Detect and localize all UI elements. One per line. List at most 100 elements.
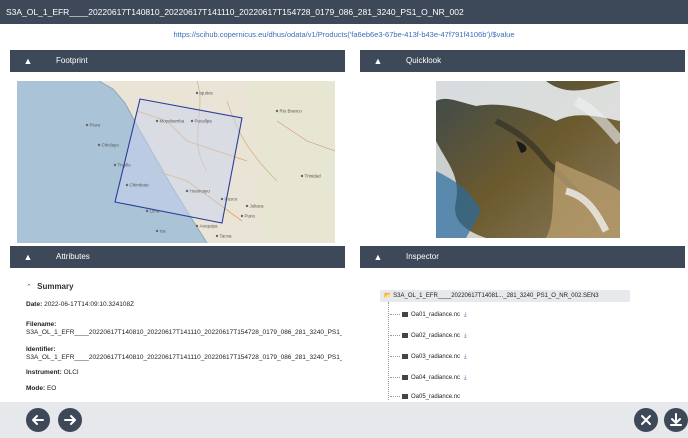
map-place-marker (155, 119, 159, 123)
map-place-marker (113, 163, 117, 167)
summary-section-toggle[interactable]: ⌃ Summary (26, 282, 74, 291)
date-row: Date: 2022-06-17T14:09:10.324108Z (26, 300, 342, 309)
chevron-up-icon[interactable]: ▲ (372, 246, 384, 268)
file-icon (402, 353, 408, 359)
mode-label: Mode: (26, 385, 46, 392)
date-label: Date: (26, 301, 43, 308)
chevron-up-icon: ⌃ (26, 284, 32, 291)
arrow-left-icon (32, 415, 44, 425)
map-place-label: Ica (160, 229, 167, 234)
map-place-label: Juliaca (250, 204, 265, 209)
summary-label: Summary (37, 282, 74, 291)
map-place-label: Arequipa (200, 224, 219, 229)
tree-item-label: Oa01_radiance.nc (411, 312, 461, 318)
map-place-label: Trujillo (118, 163, 132, 168)
map-place-label: Tacna (220, 234, 233, 239)
quicklook-panel-title: Quicklook (406, 56, 442, 65)
map-place-marker (185, 189, 189, 193)
footprint-panel-title: Footprint (56, 56, 88, 65)
tree-root-label: S3A_OL_1_EFR____20220617T14081..._281_32… (393, 293, 599, 299)
tree-item[interactable]: Oa05_radiance.nc (390, 392, 461, 400)
mode-row: Mode: EO (26, 384, 342, 393)
file-icon (402, 374, 408, 380)
identifier-value: S3A_OL_1_EFR____20220617T140810_20220617… (26, 354, 342, 361)
map-place-label: Huancayo (190, 189, 211, 194)
inspector-tree: 📂 S3A_OL_1_EFR____20220617T14081..._281_… (360, 270, 685, 400)
attributes-panel-header[interactable]: ▲ Attributes (10, 246, 345, 268)
file-icon (402, 311, 408, 317)
map-place-label: Rio Branco (280, 109, 303, 114)
map-place-marker (145, 209, 149, 213)
map-place-marker (97, 143, 101, 147)
filename-value: S3A_OL_1_EFR____20220617T140810_20220617… (26, 329, 342, 336)
tree-item-label: Oa05_radiance.nc (411, 394, 461, 400)
map-place-marker (240, 214, 244, 218)
instrument-label: Instrument: (26, 369, 62, 376)
footer-bar (0, 402, 688, 438)
tree-item-label: Oa02_radiance.nc (411, 333, 461, 339)
product-url-bar: https://scihub.copernicus.eu/dhus/odata/… (0, 24, 688, 46)
map-place-label: Lima (150, 209, 160, 214)
folder-icon: 📂 (384, 293, 392, 299)
map-place-label: Puno (245, 214, 256, 219)
file-icon (402, 393, 408, 399)
map-place-marker (245, 204, 249, 208)
map-place-label: Cusco (225, 197, 238, 202)
tree-item[interactable]: Oa04_radiance.nc ⤓ (390, 373, 467, 383)
tree-item-label: Oa03_radiance.nc (411, 354, 461, 360)
instrument-row: Instrument: OLCI (26, 368, 342, 377)
map-place-marker (275, 109, 279, 113)
tree-item[interactable]: Oa03_radiance.nc ⤓ (390, 352, 467, 362)
download-button[interactable] (664, 408, 688, 432)
download-icon[interactable]: ⤓ (464, 375, 467, 381)
map-place-marker (125, 183, 129, 187)
close-button[interactable] (634, 408, 658, 432)
date-value: 2022-06-17T14:09:10.324108Z (44, 301, 135, 308)
close-icon (641, 415, 651, 425)
instrument-value: OLCI (63, 369, 79, 376)
quicklook-panel-header[interactable]: ▲ Quicklook (360, 50, 685, 72)
tree-item[interactable]: Oa02_radiance.nc ⤓ (390, 331, 467, 341)
tree-connector (388, 302, 389, 400)
window-title: S3A_OL_1_EFR____20220617T140810_20220617… (0, 0, 688, 24)
download-icon[interactable]: ⤓ (464, 354, 467, 360)
attributes-panel: ⌃ Summary Date: 2022-06-17T14:09:10.3241… (10, 270, 345, 400)
chevron-up-icon[interactable]: ▲ (372, 50, 384, 72)
footprint-map-canvas: Piura Chiclayo Trujillo Chimbote Lima Huancay… (17, 81, 335, 243)
map-place-marker (85, 123, 89, 127)
attributes-panel-title: Attributes (56, 252, 90, 261)
chevron-up-icon[interactable]: ▲ (22, 246, 34, 268)
previous-button[interactable] (26, 408, 50, 432)
map-place-marker (220, 197, 224, 201)
footprint-map[interactable]: Piura Chiclayo Trujillo Chimbote Lima Huancay… (17, 81, 335, 243)
download-icon (670, 413, 682, 426)
map-place-label: Pucallpa (195, 119, 213, 124)
map-place-label: Trinidad (305, 174, 322, 179)
map-place-marker (300, 174, 304, 178)
map-place-label: Chiclayo (102, 143, 120, 148)
map-place-marker (195, 224, 199, 228)
inspector-panel-header[interactable]: ▲ Inspector (360, 246, 685, 268)
mode-value: EO (46, 385, 57, 392)
download-icon[interactable]: ⤓ (464, 312, 467, 318)
arrow-right-icon (64, 415, 76, 425)
tree-root-node[interactable]: 📂 S3A_OL_1_EFR____20220617T14081..._281_… (380, 290, 630, 302)
chevron-up-icon[interactable]: ▲ (22, 50, 34, 72)
next-button[interactable] (58, 408, 82, 432)
tree-item-label: Oa04_radiance.nc (411, 375, 461, 381)
map-place-label: Chimbote (130, 183, 150, 188)
map-place-marker (190, 119, 194, 123)
map-place-marker (155, 229, 159, 233)
map-place-label: Iquitos (200, 91, 214, 96)
footprint-panel-header[interactable]: ▲ Footprint (10, 50, 345, 72)
quicklook-image (436, 81, 620, 238)
map-place-marker (195, 91, 199, 95)
download-icon[interactable]: ⤓ (464, 333, 467, 339)
file-icon (402, 332, 408, 338)
product-url-link[interactable]: https://scihub.copernicus.eu/dhus/odata/… (173, 30, 514, 39)
tree-item[interactable]: Oa01_radiance.nc ⤓ (390, 310, 467, 320)
map-place-marker (215, 234, 219, 238)
inspector-panel-title: Inspector (406, 252, 439, 261)
map-place-label: Moyobamba (160, 119, 185, 124)
map-place-label: Piura (90, 123, 101, 128)
